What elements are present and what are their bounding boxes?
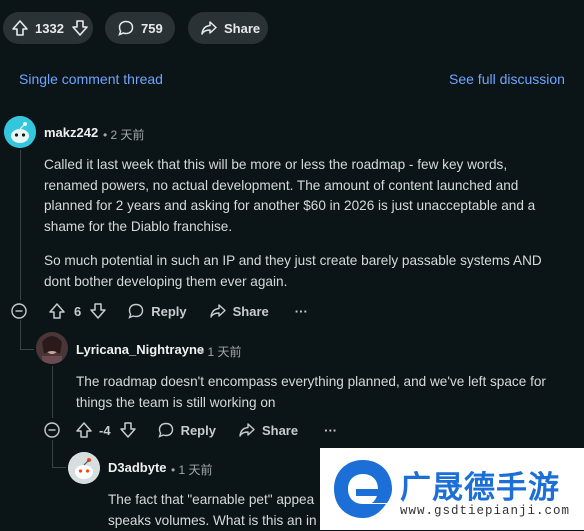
comment-score: 6: [74, 304, 81, 319]
snoo-avatar-icon: [4, 116, 36, 148]
more-options-icon[interactable]: ···: [324, 423, 337, 438]
comment-timestamp: • 2 天前: [103, 126, 145, 143]
comments-button[interactable]: 759: [105, 12, 175, 44]
downvote-icon[interactable]: [119, 421, 137, 439]
watermark-brand: 广晟德手游: [400, 462, 560, 507]
collapse-thread-icon[interactable]: [10, 302, 28, 320]
reply-bubble-icon[interactable]: [157, 421, 175, 439]
comment-actions: -4 Reply Share ···: [43, 421, 337, 439]
share-label: Share: [224, 21, 260, 36]
upvote-icon[interactable]: [48, 302, 66, 320]
watermark-logo-icon: [328, 454, 398, 524]
comment-body: The roadmap doesn't encompass everything…: [76, 372, 576, 413]
reply-button[interactable]: Reply: [181, 423, 216, 438]
share-icon[interactable]: [238, 421, 256, 439]
avatar[interactable]: [4, 116, 36, 148]
collapse-thread-icon[interactable]: [43, 421, 61, 439]
comment-score: -4: [99, 423, 111, 438]
thread-elbow-2: [52, 467, 66, 468]
avatar[interactable]: [36, 332, 68, 364]
comment-paragraph: Called it last week that this will be mo…: [44, 155, 564, 237]
downvote-icon[interactable]: [71, 19, 89, 37]
comment-timestamp: • 1 天前: [200, 343, 242, 360]
comment-actions: 6 Reply Share ···: [10, 302, 308, 320]
comment-username[interactable]: makz242: [44, 125, 98, 140]
thread-connector-2: [52, 440, 53, 468]
vote-pill: 1332: [3, 12, 93, 44]
snoo-avatar-icon: [68, 452, 100, 484]
thread-connector-1: [20, 320, 21, 350]
share-button[interactable]: Share: [262, 423, 298, 438]
reply-bubble-icon[interactable]: [127, 302, 145, 320]
comment-username[interactable]: D3adbyte: [108, 460, 167, 475]
thread-line-1: [20, 150, 21, 300]
share-button[interactable]: Share: [188, 12, 268, 44]
character-avatar-icon: [36, 332, 68, 364]
thread-elbow-1: [20, 349, 34, 350]
share-button[interactable]: Share: [233, 304, 269, 319]
single-comment-thread-link[interactable]: Single comment thread: [19, 71, 163, 87]
comment-body: Called it last week that this will be mo…: [44, 155, 564, 292]
comment-paragraph: The roadmap doesn't encompass everything…: [76, 372, 576, 413]
thread-line-2: [52, 366, 53, 418]
avatar[interactable]: [68, 452, 100, 484]
comment-bubble-icon: [117, 19, 135, 37]
comment-count: 759: [141, 21, 163, 36]
comment-paragraph: So much potential in such an IP and they…: [44, 251, 564, 292]
share-icon: [200, 19, 218, 37]
upvote-icon[interactable]: [75, 421, 93, 439]
watermark-url: www.gsdtiepianji.com: [400, 504, 570, 518]
comment-username[interactable]: Lyricana_Nightrayne: [76, 342, 204, 357]
upvote-icon[interactable]: [11, 19, 29, 37]
watermark: 广晟德手游 www.gsdtiepianji.com: [320, 448, 584, 530]
comment-timestamp: • 1 天前: [171, 461, 213, 478]
downvote-icon[interactable]: [89, 302, 107, 320]
see-full-discussion-link[interactable]: See full discussion: [449, 71, 565, 87]
share-icon[interactable]: [209, 302, 227, 320]
more-options-icon[interactable]: ···: [295, 304, 308, 319]
upvote-count: 1332: [35, 21, 64, 36]
reply-button[interactable]: Reply: [151, 304, 186, 319]
